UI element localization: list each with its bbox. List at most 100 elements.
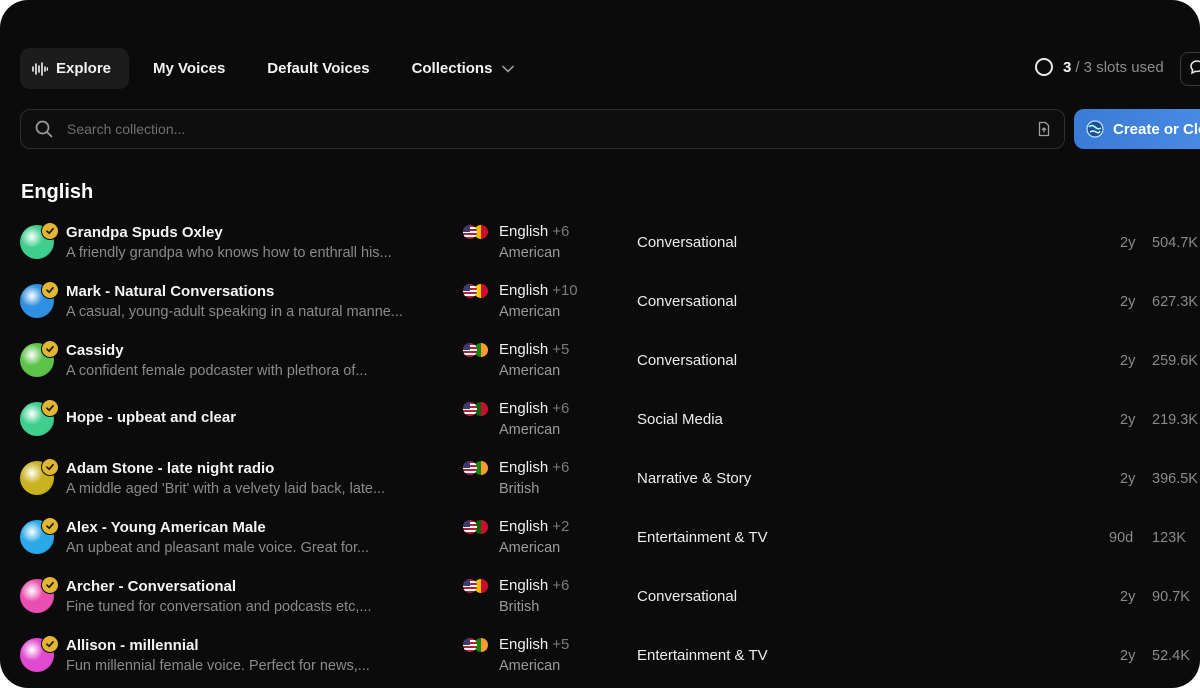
create-or-clone-label: Create or Clone xyxy=(1113,120,1200,138)
voice-row[interactable]: Hope - upbeat and clear English +6 Americ… xyxy=(0,389,1200,448)
slots-indicator: 3 / 3 slots used xyxy=(1035,58,1164,76)
verified-badge-icon xyxy=(41,222,59,240)
voice-row[interactable]: Grandpa Spuds Oxley A friendly grandpa w… xyxy=(0,212,1200,271)
tab-explore-label: Explore xyxy=(56,60,112,77)
more-languages-count[interactable]: +5 xyxy=(552,341,569,358)
voice-row[interactable]: Allison - millennial Fun millennial fema… xyxy=(0,625,1200,684)
voice-accent: American xyxy=(499,363,561,379)
voice-name[interactable]: Archer - Conversational xyxy=(66,578,236,595)
language-flags xyxy=(463,225,491,239)
language-name: English xyxy=(499,577,549,594)
language-flags xyxy=(463,343,491,357)
more-languages-count[interactable]: +2 xyxy=(552,518,569,535)
search-icon xyxy=(35,120,53,138)
more-languages-count[interactable]: +6 xyxy=(552,577,569,594)
voice-name[interactable]: Hope - upbeat and clear xyxy=(66,409,236,426)
language-name: English xyxy=(499,223,549,240)
voice-name[interactable]: Adam Stone - late night radio xyxy=(66,460,274,477)
voice-age: 90d xyxy=(1109,530,1134,546)
voice-accent: American xyxy=(499,658,561,674)
create-or-clone-button[interactable]: Create or Clone xyxy=(1074,109,1200,149)
tab-my-voices-label: My Voices xyxy=(153,60,226,77)
tab-collections-label: Collections xyxy=(411,60,493,77)
tab-default-voices[interactable]: Default Voices xyxy=(249,48,387,89)
waveform-icon xyxy=(32,61,48,76)
us-flag-icon xyxy=(463,579,477,593)
voice-row[interactable]: Alex - Young American Male An upbeat and… xyxy=(0,507,1200,566)
voice-language: English +6 xyxy=(499,577,569,594)
voice-age: 2y xyxy=(1120,471,1136,487)
voice-age: 2y xyxy=(1120,353,1136,369)
more-languages-count[interactable]: +6 xyxy=(552,459,569,476)
language-flags xyxy=(463,520,491,534)
chat-bubble-icon xyxy=(1189,59,1200,80)
tab-collections[interactable]: Collections xyxy=(394,48,533,89)
voice-name[interactable]: Mark - Natural Conversations xyxy=(66,283,274,300)
language-name: English xyxy=(499,282,549,299)
voice-description: A friendly grandpa who knows how to enth… xyxy=(66,245,392,261)
voice-category: Conversational xyxy=(637,293,738,310)
language-flags xyxy=(463,284,491,298)
voice-usage-count: 219.3K xyxy=(1152,412,1198,428)
voice-language: English +5 xyxy=(499,636,569,653)
voice-category: Entertainment & TV xyxy=(637,647,768,664)
tab-my-voices[interactable]: My Voices xyxy=(135,48,243,89)
more-languages-count[interactable]: +10 xyxy=(552,282,577,299)
voice-usage-count: 90.7K xyxy=(1152,589,1190,605)
voice-row[interactable]: Archer - Conversational Fine tuned for c… xyxy=(0,566,1200,625)
voice-description: Fine tuned for conversation and podcasts… xyxy=(66,599,372,615)
more-languages-count[interactable]: +5 xyxy=(552,636,569,653)
voice-language: English +5 xyxy=(499,341,569,358)
language-name: English xyxy=(499,459,549,476)
voice-usage-count: 123K xyxy=(1152,530,1186,546)
voice-age: 2y xyxy=(1120,235,1136,251)
voice-accent: American xyxy=(499,422,561,438)
tab-default-voices-label: Default Voices xyxy=(267,60,370,77)
more-languages-count[interactable]: +6 xyxy=(552,223,569,240)
voice-name[interactable]: Grandpa Spuds Oxley xyxy=(66,224,223,241)
slots-ring-icon xyxy=(1035,58,1053,76)
voice-accent: American xyxy=(499,540,561,556)
slots-total-text: / 3 slots used xyxy=(1075,58,1164,76)
voice-description: A middle aged 'Brit' with a velvety laid… xyxy=(66,481,386,497)
globe-icon xyxy=(1084,119,1106,139)
voice-accent: British xyxy=(499,481,540,497)
language-name: English xyxy=(499,400,549,417)
search-input[interactable] xyxy=(65,120,1036,138)
voice-row[interactable]: Cassidy A confident female podcaster wit… xyxy=(0,330,1200,389)
voice-language: English +2 xyxy=(499,518,569,535)
language-flags xyxy=(463,579,491,593)
us-flag-icon xyxy=(463,402,477,416)
section-title: English xyxy=(21,181,94,203)
us-flag-icon xyxy=(463,225,477,239)
voice-name[interactable]: Alex - Young American Male xyxy=(66,519,266,536)
voice-name[interactable]: Cassidy xyxy=(66,342,124,359)
verified-badge-icon xyxy=(41,576,59,594)
language-name: English xyxy=(499,636,549,653)
us-flag-icon xyxy=(463,284,477,298)
voice-category: Conversational xyxy=(637,234,738,251)
verified-badge-icon xyxy=(41,517,59,535)
language-name: English xyxy=(499,518,549,535)
language-flags xyxy=(463,638,491,652)
language-name: English xyxy=(499,341,549,358)
voice-row[interactable]: Adam Stone - late night radio A middle a… xyxy=(0,448,1200,507)
voice-row[interactable]: Mark - Natural Conversations A casual, y… xyxy=(0,271,1200,330)
voice-name[interactable]: Allison - millennial xyxy=(66,637,199,654)
voice-category: Conversational xyxy=(637,588,738,605)
top-nav: Explore My Voices Default Voices Collect… xyxy=(20,48,538,89)
voice-language: English +6 xyxy=(499,459,569,476)
feedback-button[interactable] xyxy=(1180,52,1200,86)
us-flag-icon xyxy=(463,461,477,475)
voice-usage-count: 627.3K xyxy=(1152,294,1198,310)
tab-explore[interactable]: Explore xyxy=(20,48,130,89)
voice-language: English +10 xyxy=(499,282,578,299)
language-flags xyxy=(463,402,491,416)
voice-accent: American xyxy=(499,245,561,261)
voice-usage-count: 52.4K xyxy=(1152,648,1190,664)
voice-age: 2y xyxy=(1120,412,1136,428)
search-bar xyxy=(20,109,1065,149)
file-upload-icon[interactable] xyxy=(1036,121,1052,137)
more-languages-count[interactable]: +6 xyxy=(552,400,569,417)
voice-usage-count: 504.7K xyxy=(1152,235,1198,251)
